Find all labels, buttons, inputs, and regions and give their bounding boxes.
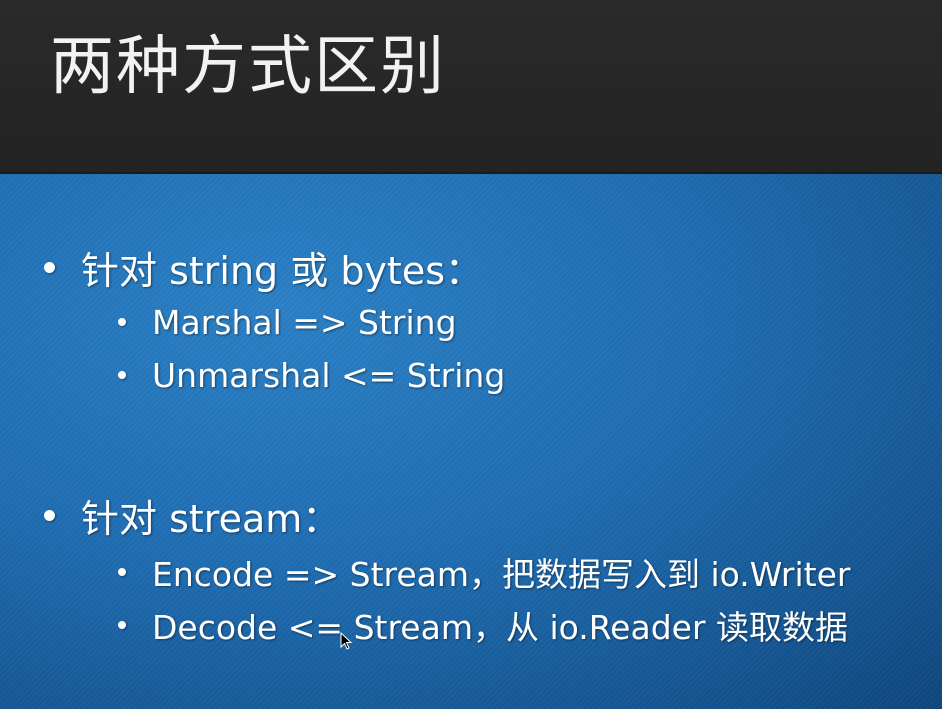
presentation-slide: 两种方式区别 针对 string 或 bytes： Marshal => Str… [0,0,942,709]
sub-bullet-unmarshal: Unmarshal <= String [118,353,505,397]
sub-bullet-text: Encode => Stream，把数据写入到 io.Writer [152,555,851,594]
bullet-dot-icon [44,509,55,521]
bullet-text: 针对 stream： [81,496,341,541]
sub-bullet-text: Unmarshal <= String [152,355,506,395]
bullet-dot-icon [44,261,55,273]
bullet-dot-icon [118,318,126,326]
mouse-cursor-icon [340,632,352,650]
bullet-item-stream: 针对 stream： [44,490,341,541]
bullet-text: 针对 string 或 bytes： [81,248,484,293]
slide-title: 两种方式区别 [50,30,446,104]
bullet-dot-icon [118,371,126,379]
sub-bullet-decode: Decode <= Stream，从 io.Reader 读取数据 [118,603,848,647]
sub-bullet-text: Decode <= Stream，从 io.Reader 读取数据 [152,608,849,647]
sub-bullet-marshal: Marshal => String [118,300,457,344]
sub-bullet-encode: Encode => Stream，把数据写入到 io.Writer [118,550,850,594]
bullet-item-string-bytes: 针对 string 或 bytes： [44,242,484,293]
sub-bullet-text: Marshal => String [152,302,457,342]
bullet-dot-icon [118,621,126,629]
title-bar: 两种方式区别 [0,0,942,174]
bullet-dot-icon [118,568,126,576]
